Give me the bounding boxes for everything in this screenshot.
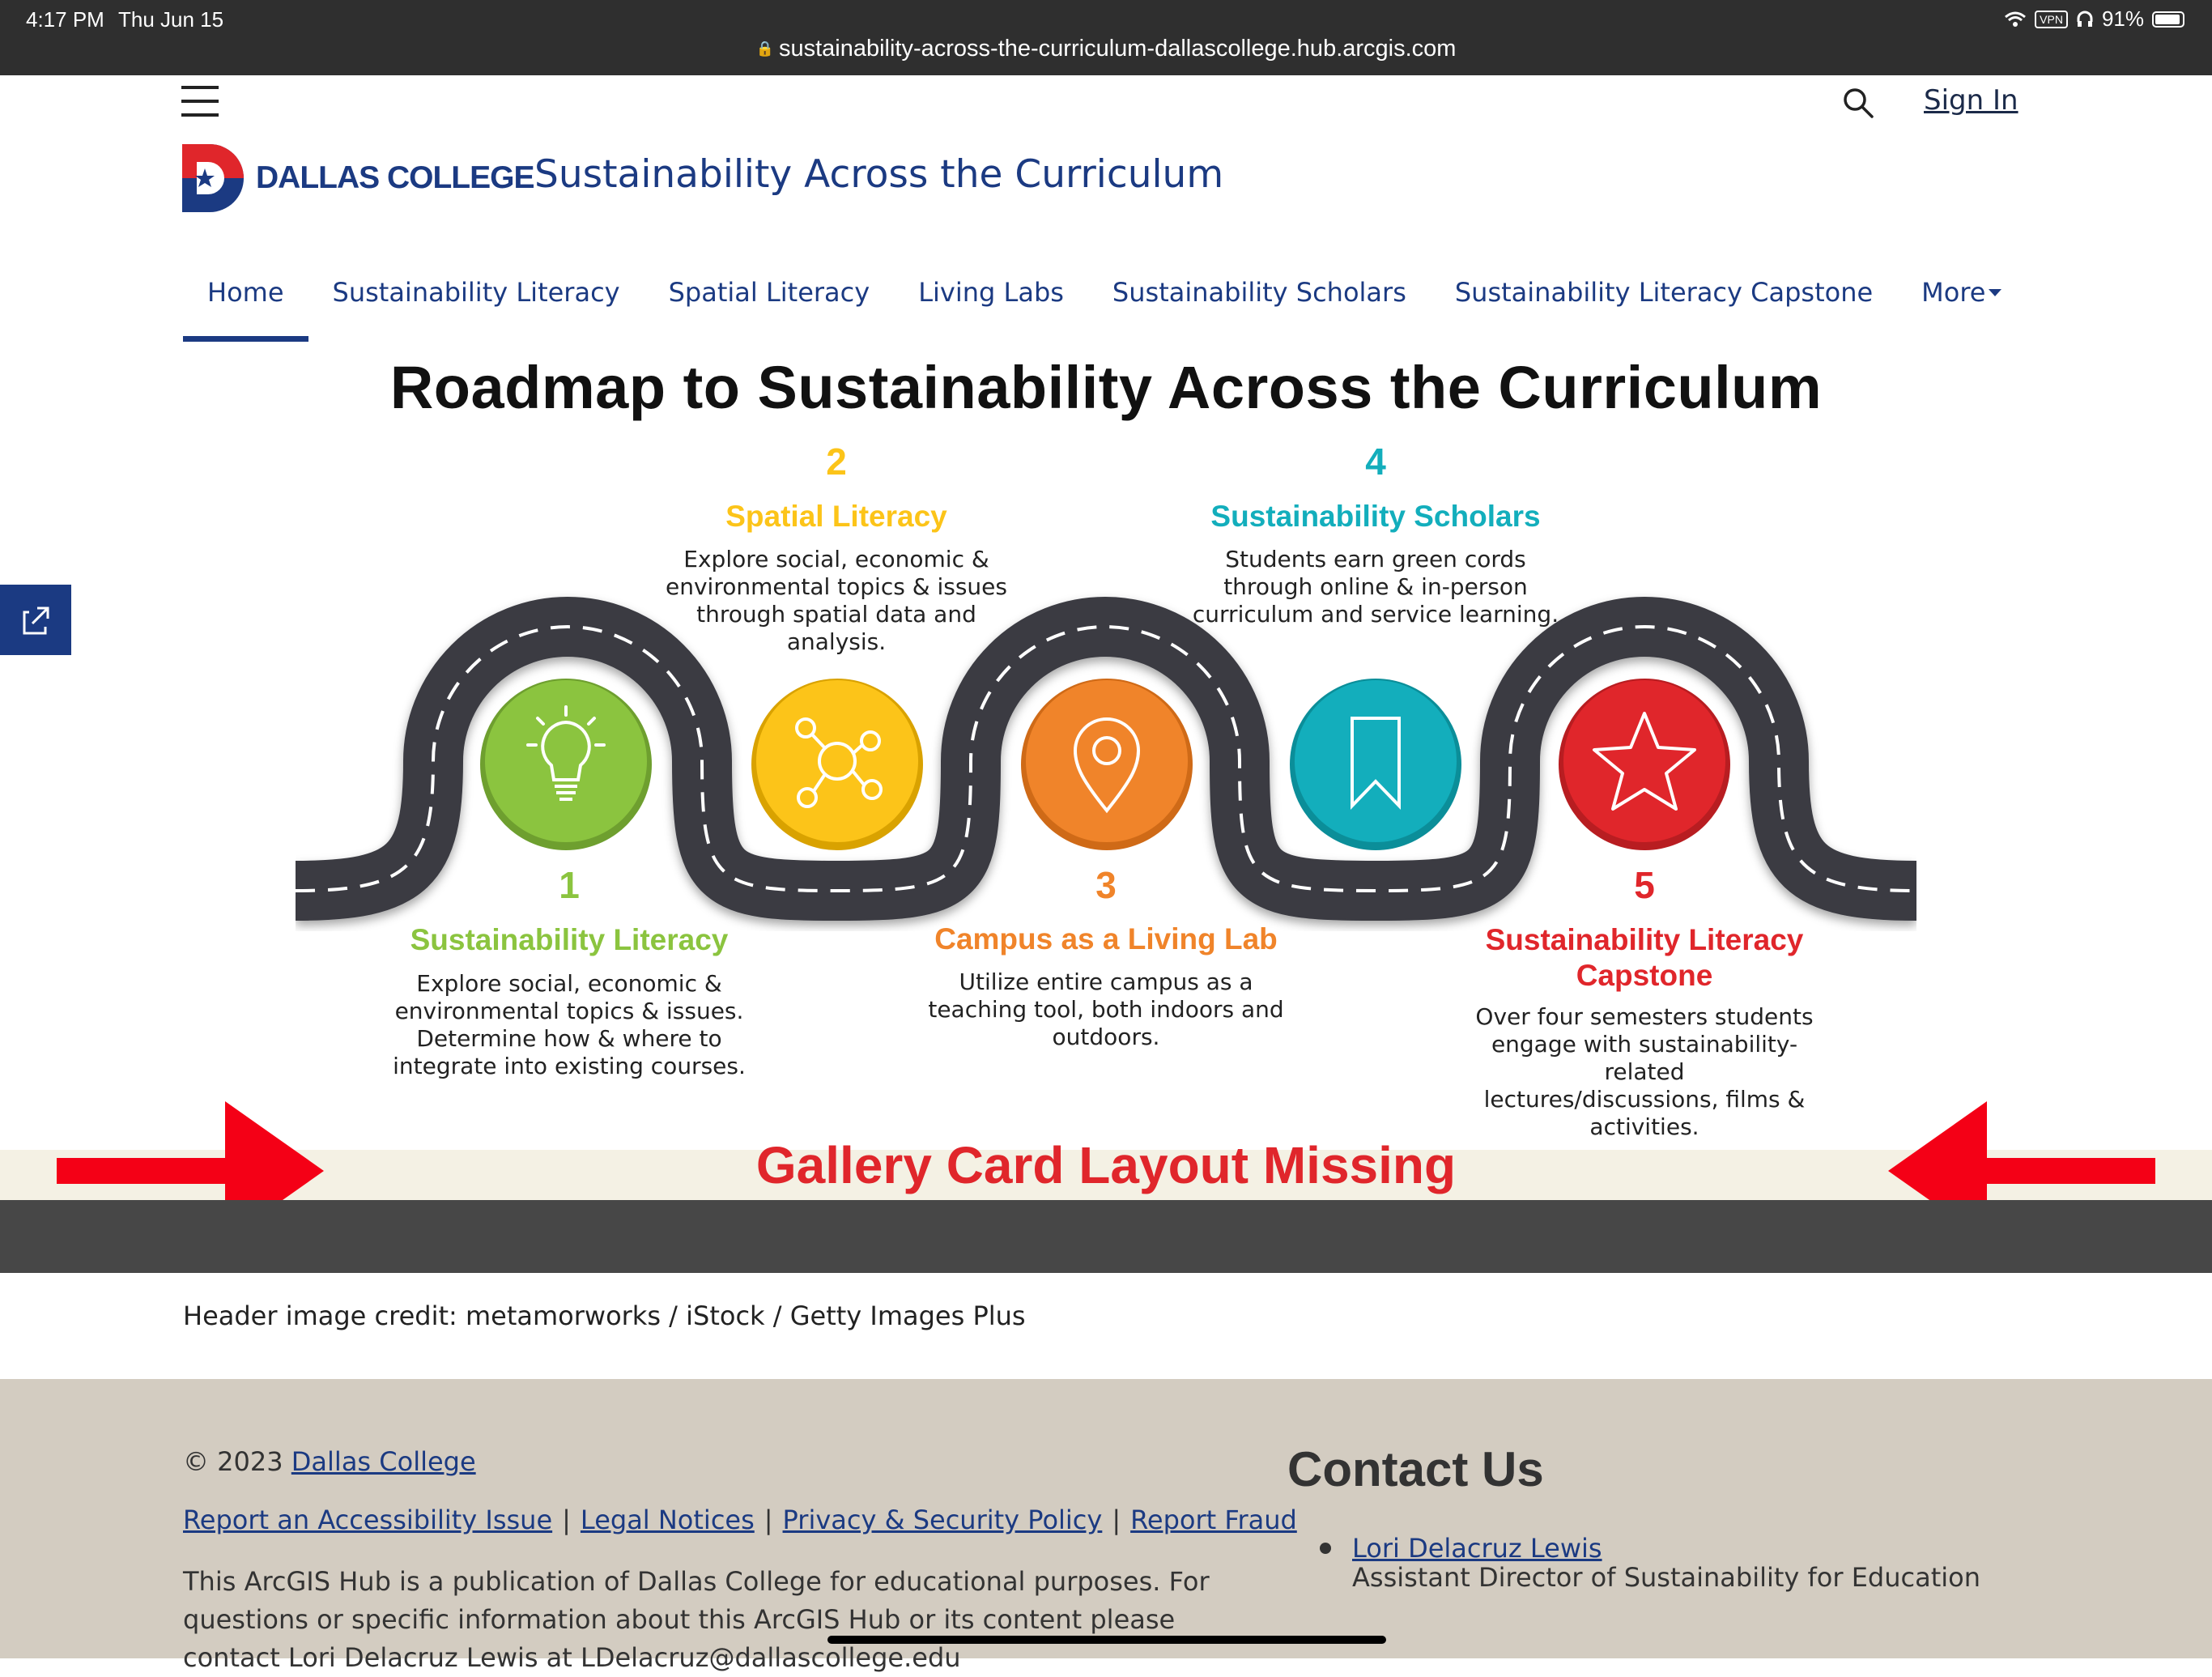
star-icon [1559,679,1730,850]
step-3-number: 3 [1095,864,1117,906]
step-5-title: Sustainability Literacy Capstone [1485,923,1804,992]
network-icon [751,679,923,850]
list-bullet [1320,1543,1331,1554]
step-1-title: Sustainability Literacy [410,923,729,956]
step-5-number: 5 [1634,864,1655,906]
main-nav: Home Sustainability Literacy Spatial Lit… [183,267,2026,342]
nav-item-more[interactable]: More [1897,267,2026,342]
step-2-description: Explore social, economic & environmental… [666,546,1007,655]
legal-notices-link[interactable]: Legal Notices [581,1505,755,1535]
logo-wordmark: DALLAS COLLEGE [256,160,534,195]
step-2-title: Spatial Literacy [725,500,947,533]
nav-item-home[interactable]: Home [183,267,308,342]
step-2-number: 2 [826,441,847,483]
map-pin-icon [1021,679,1193,850]
wifi-icon [2005,11,2027,27]
separator: | [764,1505,773,1535]
gallery-missing-banner: Gallery Card Layout Missing [755,1136,1457,1194]
nav-more-label: More [1921,277,1986,308]
battery-icon [2152,11,2184,28]
status-bar: 4:17 PM Thu Jun 15 VPN 91% 🔒 sustainabili… [0,0,2212,75]
address-bar[interactable]: 🔒 sustainability-across-the-curriculum-da… [0,36,2212,62]
step-3-title: Campus as a Living Lab [934,922,1278,956]
contact-role: Assistant Director of Sustainability for… [1352,1562,1981,1593]
chevron-down-icon [1989,289,2002,296]
step-5-description: Over four semesters students engage with… [1475,1003,1814,1140]
contact-name-link[interactable]: Lori Delacruz Lewis [1352,1533,1602,1564]
separator: | [562,1505,571,1535]
battery-percent: 91% [2101,6,2144,31]
nav-item-living-labs[interactable]: Living Labs [894,267,1088,342]
publication-notice: This ArcGIS Hub is a publication of Dall… [183,1566,1210,1673]
image-credit: Header image credit: metamorworks / iSto… [183,1300,1026,1331]
footer-links: Report an Accessibility Issue | Legal Noti… [183,1505,1297,1535]
headphones-icon [2077,11,2093,27]
home-indicator[interactable] [827,1636,1386,1644]
lock-icon: 🔒 [755,40,774,57]
contact-heading: Contact Us [1287,1442,1544,1496]
accessibility-link[interactable]: Report an Accessibility Issue [183,1505,552,1535]
step-4-title: Sustainability Scholars [1210,500,1541,533]
step-4-number: 4 [1365,441,1386,483]
hamburger-icon[interactable] [181,84,219,118]
step-1-description: Explore social, economic & environmental… [393,970,746,1079]
dark-divider [0,1200,2212,1273]
lightbulb-icon [480,679,652,850]
step-1-number: 1 [559,864,580,906]
url-text: sustainability-across-the-curriculum-dal… [778,36,1457,62]
separator: | [1112,1505,1121,1535]
status-indicators: VPN 91% [2004,6,2184,32]
nav-item-spatial-literacy[interactable]: Spatial Literacy [644,267,895,342]
nav-item-sustainability-scholars[interactable]: Sustainability Scholars [1088,267,1431,342]
step-4-description: Students earn green cords through online… [1192,546,1559,628]
share-icon[interactable] [0,585,71,655]
nav-item-capstone[interactable]: Sustainability Literacy Capstone [1431,267,1897,342]
report-fraud-link[interactable]: Report Fraud [1130,1505,1297,1535]
vpn-badge: VPN [2035,10,2068,28]
status-time: 4:17 PM [26,7,104,32]
site-title[interactable]: Sustainability Across the Curriculum [534,152,1223,197]
sign-in-link[interactable]: Sign In [1924,84,2018,117]
step-3-description: Utilize entire campus as a teaching tool… [928,968,1284,1050]
copyright: © 2023 Dallas College [183,1446,476,1477]
dallas-college-link[interactable]: Dallas College [291,1446,476,1477]
status-date: Thu Jun 15 [118,7,224,32]
roadmap-title: Roadmap to Sustainability Across the Cur… [389,354,1823,421]
privacy-policy-link[interactable]: Privacy & Security Policy [783,1505,1103,1535]
nav-item-sustainability-literacy[interactable]: Sustainability Literacy [308,267,644,342]
bookmark-icon [1290,679,1461,850]
search-icon[interactable] [1842,87,1874,119]
